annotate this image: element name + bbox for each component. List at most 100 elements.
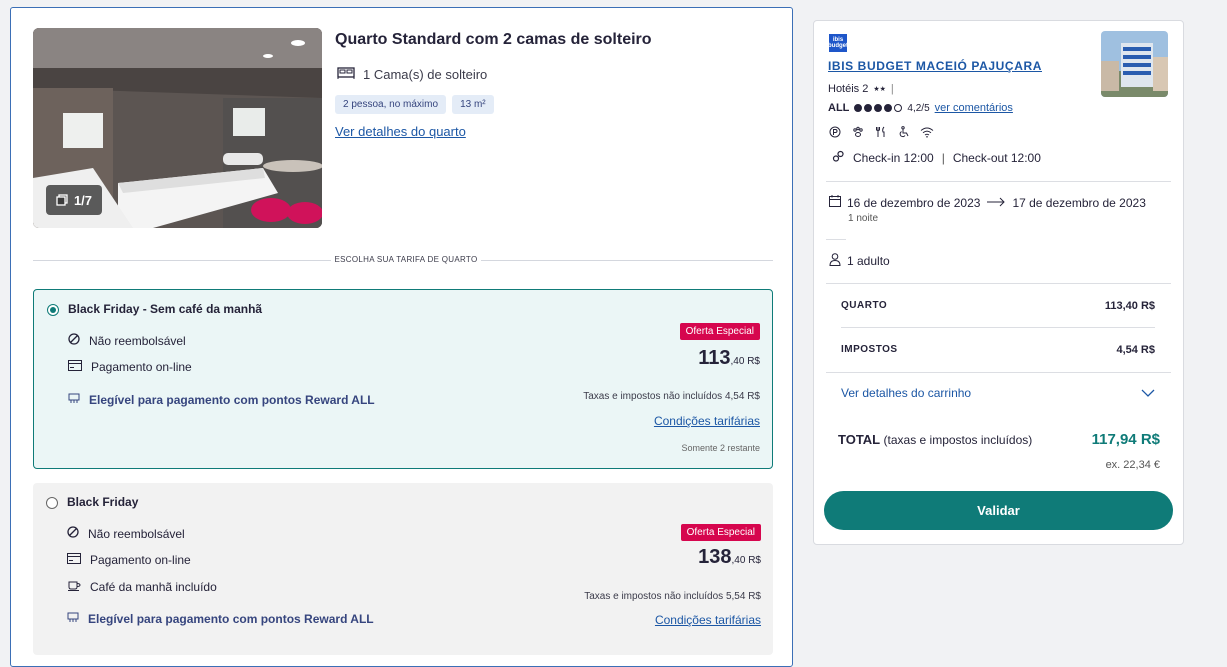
- photo-counter-text: 1/7: [73, 192, 93, 208]
- tax-note: Taxas e impostos não incluídos 4,54 R$: [583, 391, 760, 402]
- feature-text: Café da manhã incluído: [90, 580, 217, 594]
- amenities-list: [828, 125, 934, 139]
- hotel-name-link[interactable]: IBIS BUDGET MACEIÓ PAJUÇARA: [828, 59, 1042, 73]
- divider: [826, 239, 846, 240]
- no-refund-icon: [68, 333, 80, 348]
- rate-conditions-link[interactable]: Condições tarifárias: [654, 414, 760, 428]
- cart-details-label: Ver detalhes do carrinho: [841, 386, 972, 400]
- pets-icon: [851, 125, 865, 139]
- calendar-icon: [829, 195, 841, 210]
- separator: |: [890, 83, 894, 95]
- feature-breakfast: Café da manhã incluído: [67, 580, 217, 594]
- room-details-link[interactable]: Ver detalhes do quarto: [335, 124, 466, 139]
- rate-radio[interactable]: [46, 497, 58, 509]
- price-cents: ,40 R$: [731, 555, 761, 566]
- arrow-right-icon: [986, 196, 1006, 210]
- total-value: 117,94 R$: [1091, 431, 1160, 448]
- feature-reward: Elegível para pagamento com pontos Rewar…: [68, 392, 375, 407]
- rate-conditions-link[interactable]: Condições tarifárias: [655, 613, 761, 627]
- feature-non-refundable: Não reembolsável: [67, 526, 185, 541]
- wifi-icon: [920, 125, 934, 139]
- credit-card-icon: [67, 553, 81, 567]
- rating-dot: [854, 104, 863, 112]
- special-offer-badge: Oferta Especial: [679, 323, 760, 340]
- divider: [826, 372, 1171, 373]
- room-line-item: QUARTO 113,40 R$: [841, 300, 1155, 312]
- rate-option-black-friday-no-breakfast[interactable]: Black Friday - Sem café da manhã Não ree…: [33, 289, 773, 469]
- key-icon: [832, 150, 845, 166]
- rate-name: Black Friday - Sem café da manhã: [68, 302, 263, 316]
- checkin-time: Check-in 12:00: [853, 151, 934, 165]
- category-text: Hotéis 2: [828, 83, 869, 95]
- line-label: IMPOSTOS: [841, 344, 898, 355]
- person-icon: [829, 253, 841, 269]
- room-panel: 1/7 Quarto Standard com 2 camas de solte…: [10, 7, 793, 667]
- feature-online-payment: Pagamento on-line: [68, 360, 192, 374]
- feature-reward: Elegível para pagamento com pontos Rewar…: [67, 611, 374, 626]
- tax-note: Taxas e impostos não incluídos 5,54 R$: [584, 591, 761, 602]
- photo-counter[interactable]: 1/7: [46, 185, 102, 215]
- all-logo: ALL: [828, 102, 850, 114]
- rating-dot: [864, 104, 873, 112]
- divider: [33, 260, 331, 261]
- remaining-rooms: Somente 2 restante: [681, 443, 760, 453]
- booking-summary: ibis budget IBIS BUDGET MACEIÓ PAJUÇARA …: [813, 20, 1184, 545]
- review-rating: ALL 4,2/5 ver comentários: [828, 102, 1013, 114]
- total-sub: (taxas e impostos incluídos): [883, 433, 1033, 447]
- line-label: QUARTO: [841, 300, 888, 311]
- cart-details-toggle[interactable]: Ver detalhes do carrinho: [841, 386, 1155, 400]
- credit-card-icon: [68, 360, 82, 374]
- line-value: 113,40 R$: [1104, 300, 1155, 312]
- feature-text: Pagamento on-line: [91, 360, 192, 374]
- guests-info[interactable]: 1 adulto: [829, 253, 890, 269]
- parking-icon: [828, 125, 842, 139]
- rate-price: 113,40 R$: [698, 347, 760, 370]
- room-title: Quarto Standard com 2 camas de solteiro: [335, 31, 652, 48]
- feature-text: Pagamento on-line: [90, 553, 191, 567]
- checkin-checkout: Check-in 12:00 | Check-out 12:00: [832, 150, 1041, 166]
- no-refund-icon: [67, 526, 79, 541]
- excluded-amount: ex. 22,34 €: [1105, 459, 1160, 471]
- rating-dot: [874, 104, 883, 112]
- bed-info: 1 Cama(s) de solteiro: [337, 66, 487, 83]
- checkout-time: Check-out 12:00: [952, 151, 1041, 165]
- chevron-down-icon: [1141, 386, 1155, 400]
- rating-dot: [894, 104, 903, 112]
- ibis-budget-logo: ibis budget: [828, 34, 849, 52]
- special-offer-badge: Oferta Especial: [680, 524, 761, 541]
- divider: [481, 260, 773, 261]
- feature-text: Elegível para pagamento com pontos Rewar…: [89, 392, 375, 407]
- accessibility-icon: [897, 125, 911, 139]
- rate-radio[interactable]: [47, 304, 59, 316]
- room-photo[interactable]: 1/7: [33, 28, 322, 228]
- rating-dots: [854, 104, 903, 112]
- restaurant-icon: [874, 125, 888, 139]
- reviews-link[interactable]: ver comentários: [935, 102, 1013, 114]
- bed-icon: [337, 66, 355, 83]
- divider: [826, 181, 1171, 182]
- taxes-line-item: IMPOSTOS 4,54 R$: [841, 344, 1155, 356]
- validate-button[interactable]: Validar: [824, 491, 1173, 530]
- price-main: 113: [698, 347, 731, 369]
- feature-text: Elegível para pagamento com pontos Rewar…: [88, 611, 374, 626]
- feature-text: Não reembolsável: [89, 333, 186, 348]
- hotel-thumbnail[interactable]: [1101, 31, 1168, 97]
- total-label-text: TOTAL: [838, 432, 880, 447]
- star-rating: ★★: [873, 86, 886, 93]
- feature-text: Não reembolsável: [88, 526, 185, 541]
- coffee-cup-icon: [67, 580, 81, 594]
- reward-icon: [68, 392, 80, 407]
- divider: [826, 283, 1171, 284]
- price-main: 138: [698, 546, 732, 568]
- feature-non-refundable: Não reembolsável: [68, 333, 186, 348]
- logo-text: ibis budget: [828, 37, 849, 49]
- rating-score: 4,2/5: [907, 102, 930, 114]
- rate-name: Black Friday: [67, 495, 139, 509]
- stay-dates[interactable]: 16 de dezembro de 2023 17 de dezembro de…: [829, 195, 1146, 210]
- hotel-category: Hotéis 2 ★★ |: [828, 83, 894, 95]
- date-to: 17 de dezembro de 2023: [1012, 195, 1146, 210]
- price-cents: ,40 R$: [730, 356, 760, 367]
- capacity-tag: 2 pessoa, no máximo: [335, 95, 447, 114]
- line-value: 4,54 R$: [1116, 344, 1155, 356]
- rate-option-black-friday[interactable]: Black Friday Não reembolsável Pagamento …: [33, 483, 773, 655]
